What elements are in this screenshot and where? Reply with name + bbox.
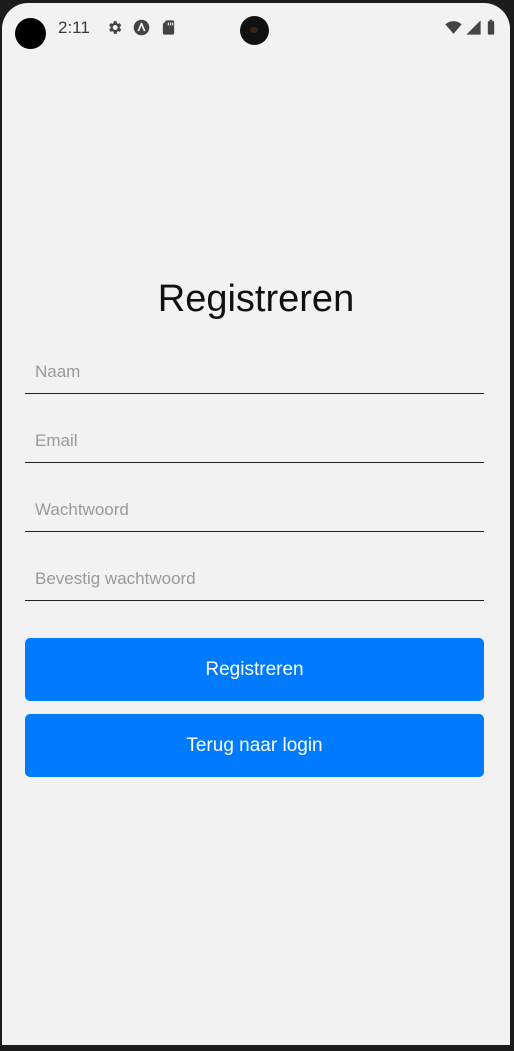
front-camera bbox=[240, 16, 269, 45]
app-a-icon bbox=[133, 19, 150, 36]
register-button[interactable]: Registreren bbox=[25, 638, 484, 701]
status-time: 2:11 bbox=[58, 18, 90, 37]
confirm-password-field-container bbox=[25, 560, 484, 601]
signal-icon bbox=[466, 20, 481, 35]
password-field-container bbox=[25, 491, 484, 532]
device-frame: 2:11 Registreren Naam Email Registreren … bbox=[0, 0, 514, 1051]
gear-icon bbox=[109, 21, 122, 34]
status-bar: 2:11 bbox=[2, 3, 510, 55]
name-input[interactable] bbox=[25, 353, 484, 391]
battery-icon bbox=[487, 19, 495, 35]
password-input[interactable] bbox=[25, 491, 484, 529]
wifi-icon bbox=[445, 21, 462, 34]
email-input[interactable] bbox=[25, 422, 484, 460]
name-field-container bbox=[25, 353, 484, 394]
page-title: Registreren bbox=[157, 278, 355, 320]
notification-dot bbox=[15, 18, 46, 49]
back-to-login-button[interactable]: Terug naar login bbox=[25, 714, 484, 777]
email-field-container bbox=[25, 422, 484, 463]
app-screen: 2:11 Registreren Naam Email Registreren … bbox=[2, 3, 510, 1045]
confirm-password-input[interactable] bbox=[25, 560, 484, 598]
sd-card-icon bbox=[162, 20, 175, 35]
